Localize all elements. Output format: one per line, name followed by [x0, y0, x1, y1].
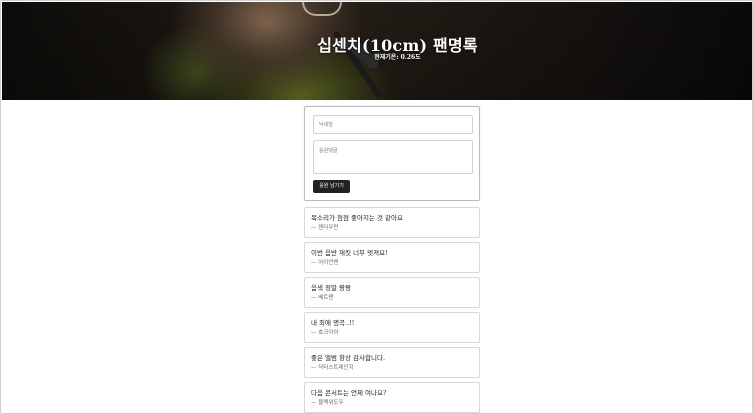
guestbook-form: 응원 남기기 — [304, 106, 480, 201]
list-item: 내 최애 명곡..!! — 호크아이 — [304, 312, 480, 343]
entry-author: — 젠더우먼 — [311, 225, 339, 231]
entry-message: 좋은 앨범 항상 감사합니다. — [311, 354, 386, 362]
entry-author: — 닥터스트레인지 — [311, 365, 354, 371]
nickname-input[interactable] — [313, 115, 473, 134]
comment-input[interactable] — [313, 140, 473, 174]
entry-author: — 호크아이 — [311, 330, 339, 336]
hero-photo-glasses — [302, 2, 342, 16]
entry-message: 이번 음반 재킷 너무 멋져요! — [311, 249, 388, 257]
list-item: 목소리가 점점 좋아지는 것 같아요 — 젠더우먼 — [304, 207, 480, 238]
submit-comment-button[interactable]: 응원 남기기 — [313, 180, 350, 193]
temperature-text: 현재기온: 0.26도 — [374, 54, 421, 61]
list-item: 다음 콘서트는 언제 여나요? — 블랙위도우 — [304, 382, 480, 413]
list-item: 좋은 앨범 항상 감사합니다. — 닥터스트레인지 — [304, 347, 480, 378]
entry-message: 음색 정말 짱짱 — [311, 284, 352, 292]
entry-author: — 베트맨 — [311, 295, 334, 301]
entry-author: — 블랙위도우 — [311, 400, 344, 406]
entry-message: 다음 콘서트는 언제 여나요? — [311, 389, 387, 397]
entry-message: 내 최애 명곡..!! — [311, 319, 355, 327]
entry-author: — 아이언맨 — [311, 260, 339, 266]
list-item: 음색 정말 짱짱 — 베트맨 — [304, 277, 480, 308]
list-item: 이번 음반 재킷 너무 멋져요! — 아이언맨 — [304, 242, 480, 273]
guestbook-list: 목소리가 점점 좋아지는 것 같아요 — 젠더우먼 이번 음반 재킷 너무 멋져… — [304, 207, 480, 413]
browser-viewport: 십센치(10cm) 팬명록 현재기온: 0.26도 응원 남기기 목소리가 점점… — [0, 0, 753, 414]
hero-banner: 십센치(10cm) 팬명록 현재기온: 0.26도 — [2, 2, 752, 100]
entry-message: 목소리가 점점 좋아지는 것 같아요 — [311, 214, 403, 222]
